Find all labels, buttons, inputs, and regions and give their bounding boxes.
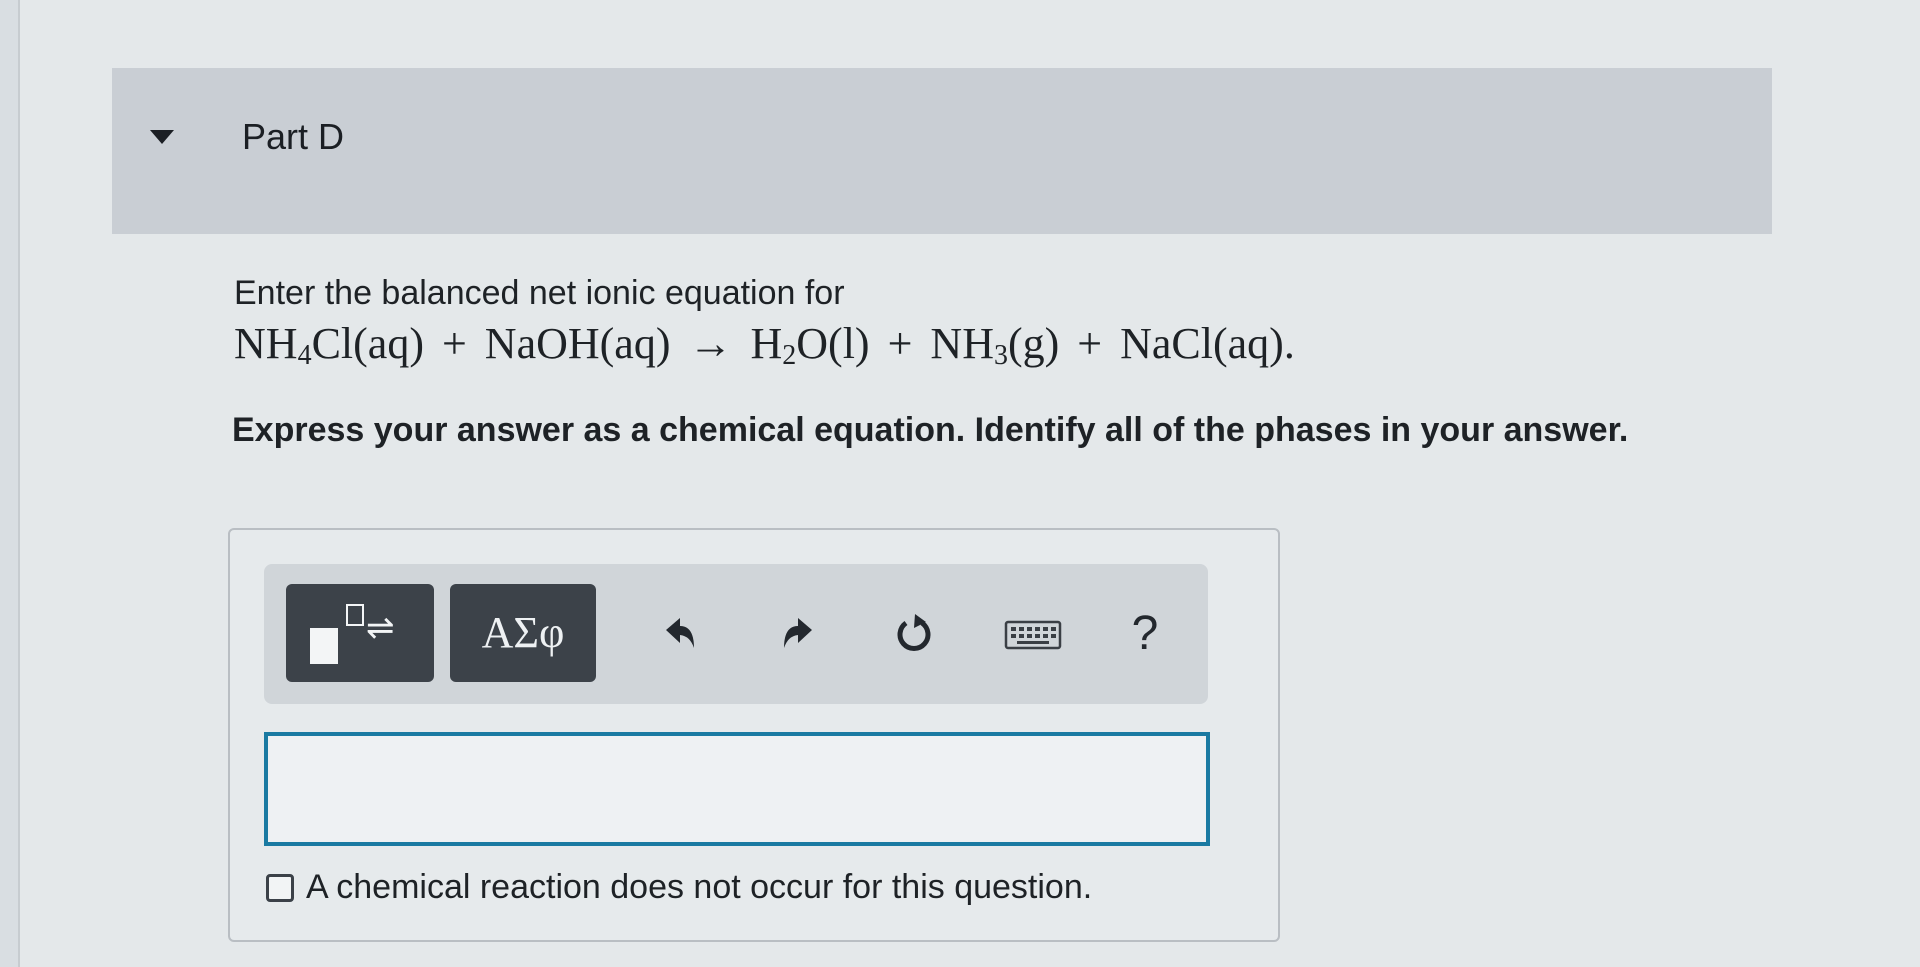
product-1: H2O(l) bbox=[750, 319, 870, 371]
reset-button[interactable] bbox=[884, 604, 944, 664]
templates-button[interactable]: ⇌ bbox=[286, 584, 434, 682]
product-2: NH3(g) bbox=[930, 319, 1060, 371]
reaction-equation: NH4Cl(aq) + NaOH(aq) → H2O(l) + NH3(g) + NaCl(aq… bbox=[234, 318, 1295, 372]
redo-icon bbox=[784, 618, 812, 648]
plus-sign: + bbox=[887, 319, 913, 368]
reactant-2: NaOH(aq) bbox=[484, 319, 671, 368]
plus-sign: + bbox=[441, 319, 467, 368]
reaction-arrow: → bbox=[688, 319, 733, 368]
reset-icon bbox=[897, 614, 931, 651]
product-3: NaCl(aq). bbox=[1120, 319, 1295, 368]
no-reaction-checkbox[interactable] bbox=[266, 873, 294, 902]
equilibrium-arrows-icon: ⇌ bbox=[366, 608, 395, 648]
answer-instruction: Express your answer as a chemical equati… bbox=[232, 411, 1629, 449]
reactant-1: NH4Cl(aq) bbox=[234, 319, 424, 371]
answer-input[interactable] bbox=[264, 732, 1210, 846]
plus-sign: + bbox=[1077, 319, 1103, 368]
keyboard-icon bbox=[1004, 620, 1062, 650]
no-reaction-label: A chemical reaction does not occur for t… bbox=[306, 868, 1093, 906]
undo-icon bbox=[666, 618, 694, 648]
keyboard-button[interactable] bbox=[998, 604, 1068, 664]
question-prompt: Enter the balanced net ionic equation fo… bbox=[234, 274, 845, 312]
templates-icon bbox=[310, 628, 338, 664]
undo-button[interactable] bbox=[650, 604, 710, 664]
collapse-caret-icon[interactable] bbox=[150, 130, 174, 144]
part-title: Part D bbox=[242, 116, 345, 157]
template-superscript-box bbox=[346, 604, 364, 626]
part-header[interactable] bbox=[112, 68, 1772, 234]
symbols-button[interactable]: ΑΣφ bbox=[450, 584, 596, 682]
help-button[interactable]: ? bbox=[1120, 604, 1170, 664]
no-reaction-option[interactable]: A chemical reaction does not occur for t… bbox=[266, 868, 1092, 907]
redo-button[interactable] bbox=[768, 604, 828, 664]
